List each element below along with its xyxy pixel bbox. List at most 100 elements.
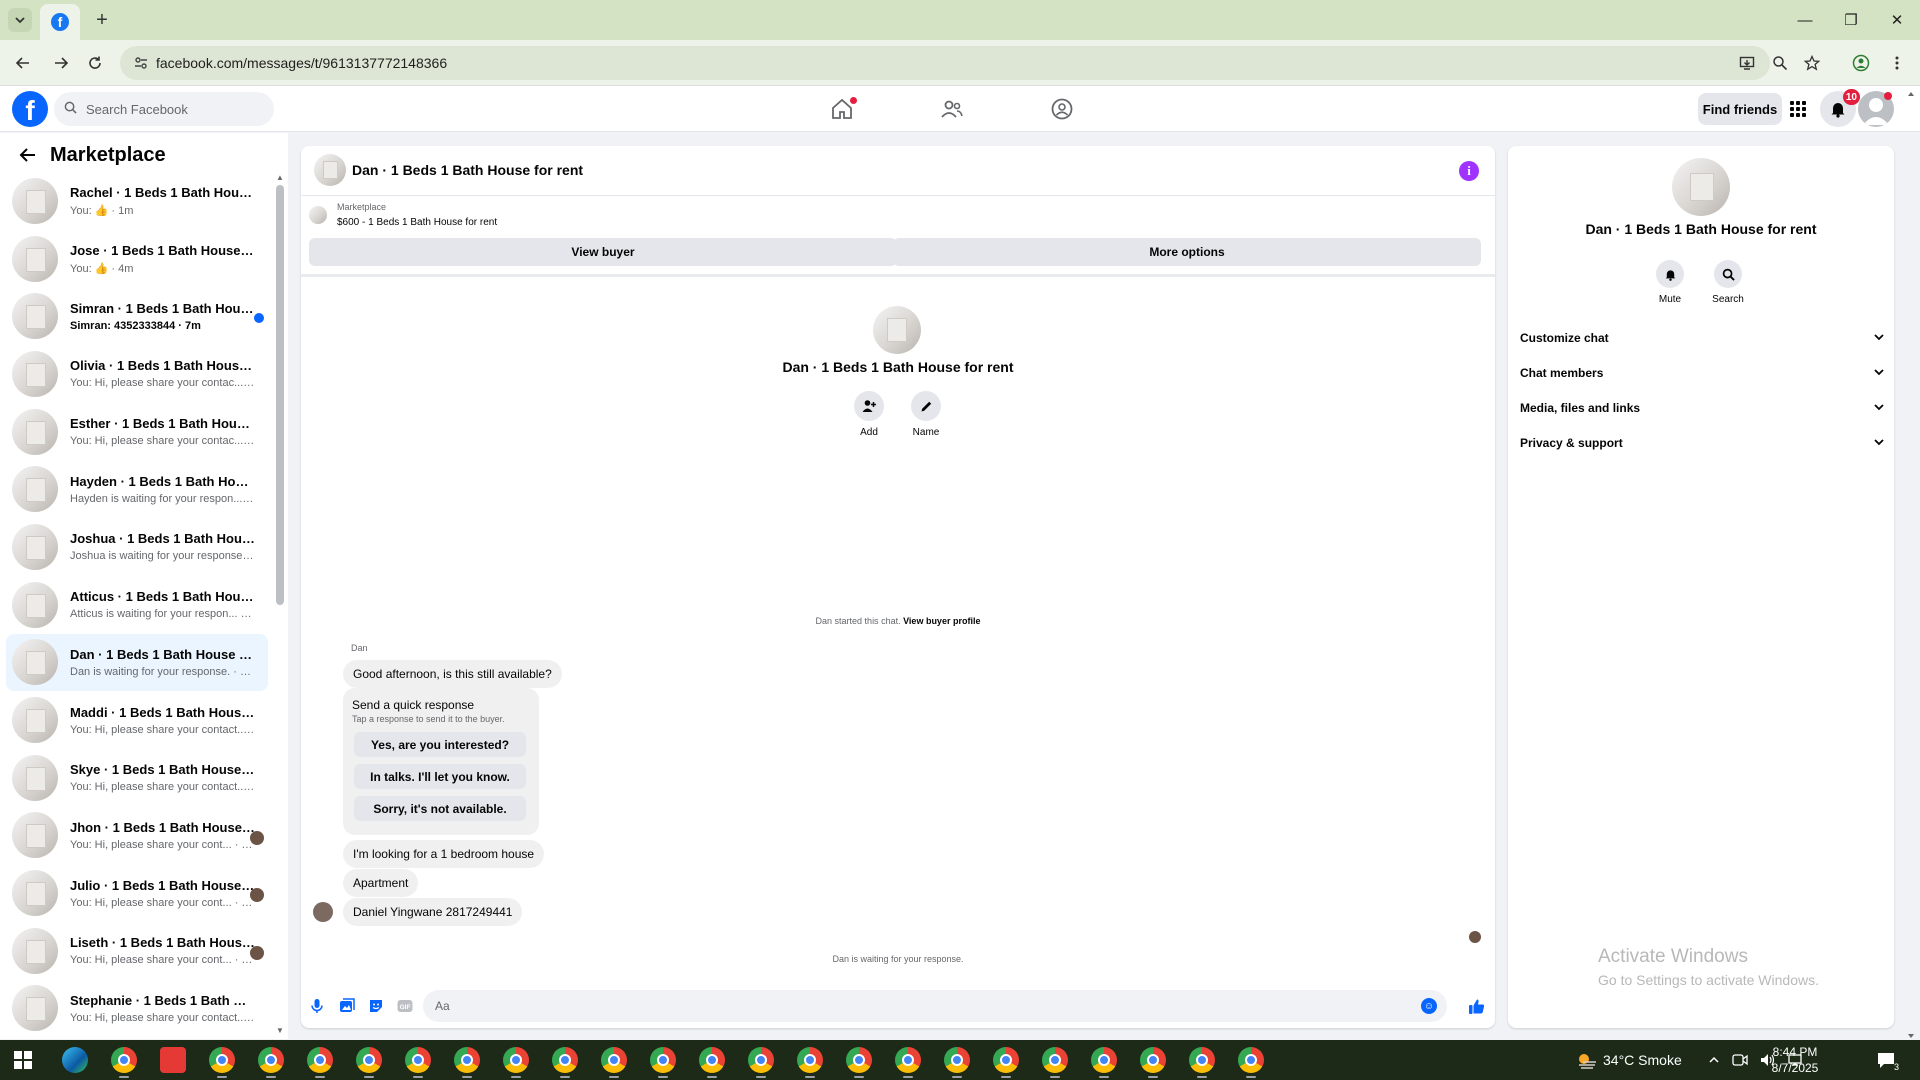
chrome-app-icon[interactable] — [1091, 1047, 1117, 1073]
back-button[interactable] — [10, 50, 36, 76]
close-window-button[interactable]: ✕ — [1874, 0, 1920, 40]
chrome-app-icon[interactable] — [797, 1047, 823, 1073]
photo-icon[interactable] — [337, 996, 357, 1016]
zoom-icon[interactable] — [1769, 52, 1791, 74]
address-bar[interactable]: facebook.com/messages/t/9613137772148366 — [120, 46, 1770, 80]
windows-start-icon[interactable] — [14, 1051, 32, 1069]
chrome-app-icon[interactable] — [748, 1047, 774, 1073]
quick-response-yes[interactable]: Yes, are you interested? — [354, 732, 526, 757]
quick-response-not-available[interactable]: Sorry, it's not available. — [354, 796, 526, 821]
clock[interactable]: 8:44 PM 8/7/2025 — [1752, 1044, 1838, 1076]
name-button[interactable]: Name — [901, 391, 951, 438]
profile-avatar[interactable] — [873, 306, 921, 354]
conversation-item[interactable]: Julio · 1 Beds 1 Bath House fo... You: Hi… — [6, 864, 268, 922]
chrome-app-icon[interactable] — [258, 1047, 284, 1073]
forward-button[interactable] — [48, 50, 74, 76]
browser-tab-facebook[interactable]: f — [40, 4, 80, 40]
chrome-app-icon[interactable] — [1140, 1047, 1166, 1073]
conversation-item[interactable]: Skye · 1 Beds 1 Bath House for r... You: … — [6, 749, 268, 807]
browser-menu-icon[interactable] — [1886, 52, 1908, 74]
sticker-icon[interactable] — [366, 996, 386, 1016]
anydesk-app-icon[interactable] — [160, 1047, 186, 1073]
install-app-icon[interactable] — [1736, 52, 1758, 74]
chrome-app-icon[interactable] — [601, 1047, 627, 1073]
message-bubble[interactable]: Daniel Yingwane 2817249441 — [343, 898, 523, 926]
message-bubble[interactable]: Apartment — [343, 869, 419, 897]
conversation-item[interactable]: Rachel · 1 Beds 1 Bath House for... You: … — [6, 172, 268, 230]
chrome-app-icon[interactable] — [503, 1047, 529, 1073]
info-icon[interactable]: i — [1459, 161, 1479, 181]
message-bubble[interactable]: Good afternoon, is this still available? — [343, 660, 562, 688]
chrome-app-icon[interactable] — [895, 1047, 921, 1073]
minimize-button[interactable]: — — [1782, 0, 1828, 40]
conversation-item[interactable]: Simran · 1 Beds 1 Bath House f... Simran:… — [6, 287, 268, 345]
search-conversation-button[interactable]: Search — [1703, 260, 1753, 305]
chrome-app-icon[interactable] — [944, 1047, 970, 1073]
conversation-item[interactable]: Maddi · 1 Beds 1 Bath House for... You: H… — [6, 691, 268, 749]
conversation-item[interactable]: Liseth · 1 Beds 1 Bath House f... You: Hi… — [6, 922, 268, 980]
chrome-app-icon[interactable] — [552, 1047, 578, 1073]
view-buyer-profile-link[interactable]: View buyer profile — [903, 616, 980, 626]
profile-icon[interactable] — [1850, 52, 1872, 74]
like-icon[interactable] — [1466, 996, 1486, 1016]
microphone-icon[interactable] — [307, 996, 327, 1016]
chrome-app-icon[interactable] — [209, 1047, 235, 1073]
mute-button[interactable]: Mute — [1645, 260, 1695, 305]
message-input[interactable]: Aa ☺ — [423, 990, 1447, 1022]
emoji-icon[interactable]: ☺ — [1421, 998, 1437, 1014]
notification-center-button[interactable]: 3 — [1876, 1040, 1900, 1080]
chrome-app-icon[interactable] — [1189, 1047, 1215, 1073]
gif-icon[interactable]: GIF — [395, 996, 415, 1016]
add-button[interactable]: Add — [844, 391, 894, 438]
nav-friends[interactable] — [897, 86, 1007, 132]
nav-groups[interactable] — [1007, 86, 1117, 132]
section-customize-chat[interactable]: Customize chat — [1520, 322, 1884, 354]
notifications-button[interactable]: 10 — [1820, 89, 1860, 127]
conversation-item[interactable]: Joshua · 1 Beds 1 Bath House fo... Joshua… — [6, 518, 268, 576]
url-text[interactable]: facebook.com/messages/t/9613137772148366 — [156, 55, 447, 71]
conversation-item[interactable]: Hayden · 1 Beds 1 Bath House f... Hayden … — [6, 460, 268, 518]
facebook-search-input[interactable]: Search Facebook — [54, 92, 274, 126]
chat-title[interactable]: Dan · 1 Beds 1 Bath House for rent — [352, 162, 583, 178]
quick-response-in-talks[interactable]: In talks. I'll let you know. — [354, 764, 526, 789]
scroll-down-arrow[interactable]: ▼ — [276, 1026, 284, 1035]
view-buyer-button[interactable]: View buyer — [309, 238, 897, 266]
listing-summary[interactable]: Marketplace $600 - 1 Beds 1 Bath House f… — [309, 202, 497, 228]
chrome-app-icon[interactable] — [405, 1047, 431, 1073]
chrome-app-icon[interactable] — [307, 1047, 333, 1073]
sender-avatar[interactable] — [313, 902, 333, 922]
page-scrollbar[interactable] — [1906, 90, 1916, 1040]
scroll-up-arrow[interactable]: ▲ — [276, 173, 284, 182]
section-chat-members[interactable]: Chat members — [1520, 357, 1884, 389]
section-media-files-links[interactable]: Media, files and links — [1520, 392, 1884, 424]
chrome-app-icon[interactable] — [699, 1047, 725, 1073]
new-tab-button[interactable]: + — [90, 8, 114, 32]
chevron-up-icon[interactable] — [1708, 1054, 1720, 1066]
bookmark-star-icon[interactable] — [1801, 52, 1823, 74]
chrome-app-icon[interactable] — [454, 1047, 480, 1073]
chrome-app-icon[interactable] — [993, 1047, 1019, 1073]
conversation-item[interactable]: Dan · 1 Beds 1 Bath House for re... Dan i… — [6, 633, 268, 692]
conversation-item[interactable]: Stephanie · 1 Beds 1 Bath House... You: H… — [6, 980, 268, 1038]
nav-home[interactable] — [787, 86, 897, 132]
conversation-item[interactable]: Atticus · 1 Beds 1 Bath House fo... Attic… — [6, 576, 268, 634]
conversation-item[interactable]: Jhon · 1 Beds 1 Bath House fo... You: Hi,… — [6, 807, 268, 865]
chrome-app-icon[interactable] — [1238, 1047, 1264, 1073]
meet-now-icon[interactable] — [1732, 1053, 1748, 1067]
site-info-icon[interactable] — [132, 54, 150, 72]
more-options-button[interactable]: More options — [893, 238, 1481, 266]
menu-button[interactable] — [1780, 91, 1816, 127]
facebook-logo-icon[interactable]: f — [12, 91, 48, 127]
sidebar-scrollbar[interactable] — [276, 185, 284, 605]
section-privacy-support[interactable]: Privacy & support — [1520, 427, 1884, 459]
chrome-app-icon[interactable] — [111, 1047, 137, 1073]
chrome-app-icon[interactable] — [846, 1047, 872, 1073]
chrome-app-icon[interactable] — [1042, 1047, 1068, 1073]
edge-app-icon[interactable] — [62, 1047, 88, 1073]
message-bubble[interactable]: I'm looking for a 1 bedroom house — [343, 840, 545, 868]
restore-button[interactable]: ❐ — [1828, 0, 1874, 40]
tab-search-button[interactable] — [8, 8, 32, 32]
back-button[interactable] — [14, 141, 42, 169]
chrome-app-icon[interactable] — [356, 1047, 382, 1073]
find-friends-button[interactable]: Find friends — [1698, 93, 1782, 125]
